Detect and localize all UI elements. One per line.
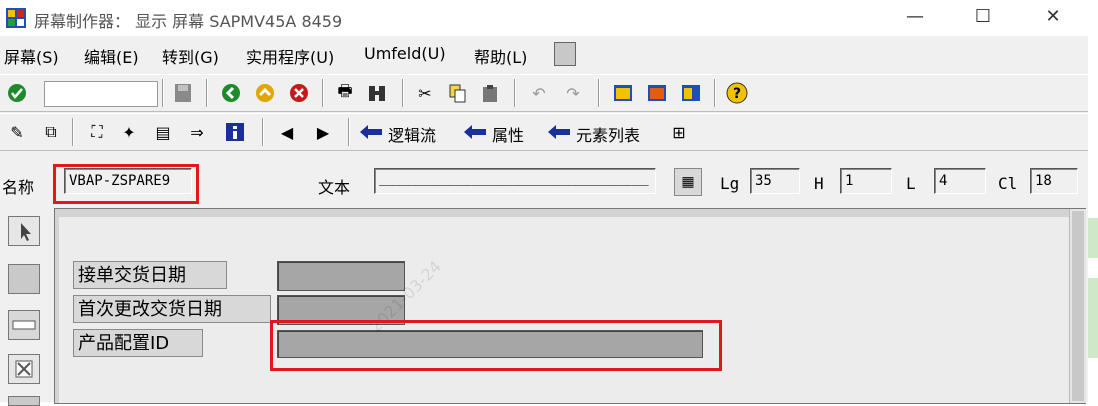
menu-environment[interactable]: Umfeld(U): [364, 44, 446, 63]
length-field[interactable]: 35: [750, 168, 800, 194]
menu-utilities[interactable]: 实用程序(U): [246, 44, 334, 68]
maximize-button[interactable]: ☐: [970, 6, 996, 28]
customize-layout-icon[interactable]: [554, 42, 576, 66]
previous-icon[interactable]: ◀: [276, 121, 298, 143]
checkbox-tool-icon[interactable]: [8, 354, 40, 384]
title-bar: 屏幕制作器： 显示 屏幕 SAPMV45A 8459 — ☐ ✕: [0, 0, 1088, 36]
input-field-tool-icon[interactable]: [8, 310, 40, 340]
scrollbar-thumb[interactable]: [1072, 211, 1084, 401]
menu-help[interactable]: 帮助(L): [474, 44, 527, 68]
screen-label-order-delivery-date[interactable]: 接单交货日期: [73, 261, 227, 289]
shortcut-icon[interactable]: [646, 82, 668, 104]
copy-icon[interactable]: [446, 82, 468, 104]
flow-logic-button[interactable]: 逻辑流: [388, 122, 436, 146]
menu-screen[interactable]: 屏幕(S): [4, 44, 59, 68]
command-field[interactable]: [44, 81, 158, 107]
column-field[interactable]: 18: [1030, 168, 1078, 194]
screen-painter-toolbar: ✎ ⧉ ⛶ ✦ ▤ ⇒ ◀ ▶ 逻辑流 属性 元素列表 ⊞: [0, 113, 1088, 151]
standard-toolbar: 🖶 ✂ ↶ ↷ ?: [0, 74, 1088, 112]
window-title: 屏幕制作器： 显示 屏幕 SAPMV45A 8459: [34, 12, 343, 31]
screen-test-icon[interactable]: ▤: [152, 121, 174, 143]
attributes-arrow-icon[interactable]: [464, 121, 486, 143]
minimize-button[interactable]: —: [902, 6, 928, 28]
flow-logic-arrow-icon[interactable]: [360, 121, 382, 143]
screen-canvas: 接单交货日期 首次更改交货日期 产品配置ID 2021-03-24: [59, 217, 1069, 403]
activate-icon[interactable]: ✦: [118, 121, 140, 143]
layout-grid-icon[interactable]: ⊞: [668, 121, 690, 143]
text-field[interactable]: ________________________________: [374, 168, 656, 194]
redo-icon[interactable]: ↷: [562, 82, 584, 104]
screen-canvas-frame: 接单交货日期 首次更改交货日期 产品配置ID 2021-03-24: [54, 208, 1086, 404]
check-icon[interactable]: ⧉: [40, 121, 62, 143]
enter-icon[interactable]: [6, 82, 28, 104]
back-icon[interactable]: [220, 82, 242, 104]
find-icon[interactable]: [366, 82, 388, 104]
screen-label-first-change-delivery-date[interactable]: 首次更改交货日期: [73, 295, 271, 323]
help-icon[interactable]: ?: [726, 82, 748, 104]
save-icon[interactable]: [172, 82, 194, 104]
line-label: L: [906, 174, 916, 193]
exit-icon[interactable]: [254, 82, 276, 104]
field-highlight-box: [270, 320, 722, 371]
name-highlight-box: [53, 164, 199, 204]
screen-field-order-delivery-date[interactable]: [277, 261, 405, 291]
name-label: 名称: [2, 178, 35, 197]
pointer-tool-icon[interactable]: [8, 216, 40, 246]
line-field[interactable]: 4: [934, 168, 986, 194]
menu-goto[interactable]: 转到(G): [162, 44, 219, 68]
menu-bar: 屏幕(S) 编辑(E) 转到(G) 实用程序(U) Umfeld(U) 帮助(L…: [0, 38, 1088, 70]
svg-text:?: ?: [733, 86, 741, 102]
text-label: 文本: [318, 178, 351, 197]
info-icon[interactable]: [224, 121, 246, 143]
undo-icon[interactable]: ↶: [528, 82, 550, 104]
cl-label: Cl: [998, 174, 1018, 193]
radio-tool-icon[interactable]: [8, 396, 40, 406]
height-field[interactable]: 1: [840, 168, 892, 194]
menu-edit[interactable]: 编辑(E): [84, 44, 139, 68]
tools-icon[interactable]: ✎: [6, 121, 28, 143]
new-session-icon[interactable]: [612, 82, 634, 104]
screen-label-product-config-id[interactable]: 产品配置ID: [73, 329, 203, 357]
app-icon: [6, 8, 26, 28]
vertical-scrollbar[interactable]: [1069, 209, 1086, 403]
text-edit-icon[interactable]: ▦: [674, 168, 702, 196]
paste-icon[interactable]: [480, 82, 502, 104]
background-window-strip: [1088, 278, 1098, 358]
next-icon[interactable]: ▶: [312, 121, 334, 143]
hierarchy-icon[interactable]: ⛶: [86, 121, 108, 143]
element-palette: [4, 214, 44, 406]
h-label: H: [814, 174, 824, 193]
attributes-button[interactable]: 属性: [492, 122, 524, 146]
cancel-icon[interactable]: [288, 82, 310, 104]
layout-icon[interactable]: [680, 82, 702, 104]
element-list-arrow-icon[interactable]: [548, 121, 570, 143]
dictionary-icon[interactable]: ⇒: [186, 121, 208, 143]
cut-icon[interactable]: ✂: [414, 82, 436, 104]
print-icon[interactable]: 🖶: [334, 81, 356, 104]
close-button[interactable]: ✕: [1040, 6, 1066, 28]
background-window-strip: [1088, 218, 1098, 258]
element-list-button[interactable]: 元素列表: [576, 122, 640, 146]
lg-label: Lg: [720, 174, 740, 193]
screen-painter-window: 屏幕制作器： 显示 屏幕 SAPMV45A 8459 — ☐ ✕ 屏幕(S) 编…: [0, 0, 1088, 406]
text-field-tool-icon[interactable]: [8, 264, 40, 294]
